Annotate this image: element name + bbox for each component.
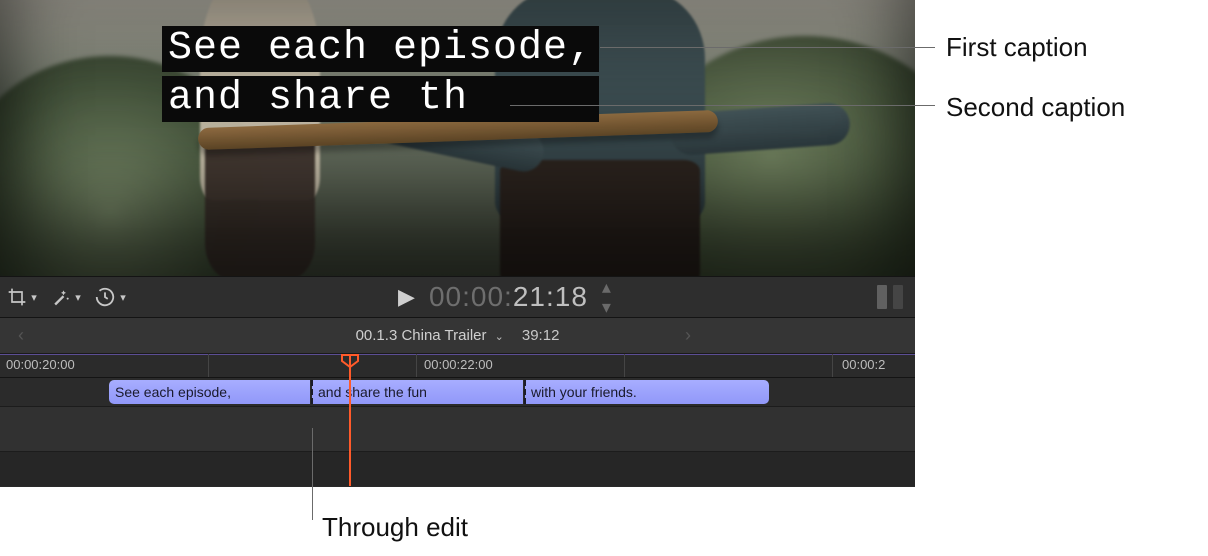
caption-line-1: See each episode, bbox=[162, 26, 599, 72]
caption-track[interactable]: See each episode, and share the fun with… bbox=[0, 378, 915, 406]
history-back-button[interactable]: ‹ bbox=[18, 325, 24, 346]
retime-icon bbox=[94, 286, 116, 308]
history-forward-button[interactable]: › bbox=[685, 325, 691, 346]
crop-icon bbox=[7, 287, 27, 307]
chevron-down-icon: ⌄ bbox=[495, 331, 504, 343]
caption-clip[interactable]: and share the fun bbox=[312, 380, 523, 404]
timecode-main: 21:18 bbox=[513, 281, 588, 312]
caption-line-2: and share th bbox=[162, 76, 599, 122]
skimmer-bar-icon bbox=[877, 285, 887, 309]
project-name-dropdown[interactable]: 00.1.3 China Trailer ⌄ bbox=[356, 327, 504, 344]
video-editor-window: See each episode, and share th ▾ ▾ ▾ ▶ 0… bbox=[0, 0, 915, 487]
viewer[interactable]: See each episode, and share th bbox=[0, 0, 915, 276]
through-edit-marker bbox=[311, 380, 313, 404]
timecode-stepper[interactable]: ▴▾ bbox=[602, 283, 611, 311]
caption-overlay: See each episode, and share th bbox=[162, 26, 599, 122]
ruler-mark: 00:00:20:00 bbox=[6, 357, 75, 372]
timeline-ruler[interactable]: 00:00:20:00 00:00:22:00 00:00:2 bbox=[0, 354, 915, 378]
project-duration: 39:12 bbox=[522, 327, 560, 344]
timecode-dim: 00:00: bbox=[429, 281, 513, 312]
ruler-mark: 00:00:22:00 bbox=[424, 357, 493, 372]
enhance-button[interactable]: ▾ bbox=[44, 277, 88, 317]
timecode-display: ▶ 00:00:21:18 ▴▾ bbox=[398, 281, 611, 313]
caption-clip[interactable]: See each episode, bbox=[109, 380, 310, 404]
through-edit-marker bbox=[524, 380, 526, 404]
timecode-value[interactable]: 00:00:21:18 bbox=[429, 281, 588, 313]
callout-first-caption: First caption bbox=[946, 32, 1088, 63]
crop-button[interactable]: ▾ bbox=[0, 277, 44, 317]
timeline[interactable]: 00:00:20:00 00:00:22:00 00:00:2 See each… bbox=[0, 354, 915, 486]
play-button[interactable]: ▶ bbox=[398, 284, 415, 310]
viewer-toolbar: ▾ ▾ ▾ ▶ 00:00:21:18 ▴▾ bbox=[0, 276, 915, 318]
primary-storyline-lane[interactable] bbox=[0, 406, 915, 452]
project-name-label: 00.1.3 China Trailer bbox=[356, 327, 487, 344]
project-title-bar: ‹ 00.1.3 China Trailer ⌄ 39:12 › bbox=[0, 318, 915, 354]
callout-leader bbox=[510, 105, 935, 106]
retime-button[interactable]: ▾ bbox=[88, 277, 132, 317]
callout-through-edit: Through edit bbox=[322, 512, 468, 543]
wand-icon bbox=[51, 287, 71, 307]
ruler-mark: 00:00:2 bbox=[842, 357, 885, 372]
callout-leader bbox=[312, 428, 313, 520]
callout-leader bbox=[600, 47, 935, 48]
skimmer-bar-icon bbox=[893, 285, 903, 309]
caption-clip[interactable]: with your friends. bbox=[525, 380, 769, 404]
skimming-toggle[interactable] bbox=[877, 285, 903, 309]
timeline-tracks[interactable]: See each episode, and share the fun with… bbox=[0, 378, 915, 486]
callout-second-caption: Second caption bbox=[946, 92, 1125, 123]
